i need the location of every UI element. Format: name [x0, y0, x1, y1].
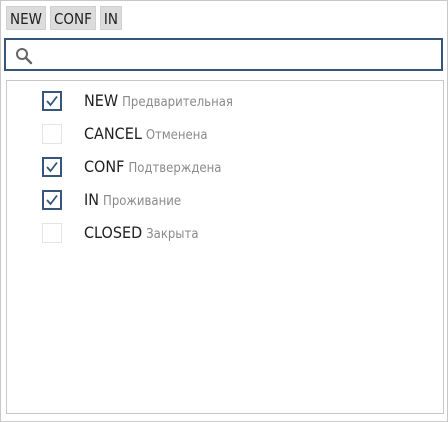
status-list: NEW Предварительная CANCEL Отменена CONF По… — [6, 80, 444, 414]
checkbox-new[interactable] — [42, 91, 62, 111]
checkmark-icon — [46, 95, 58, 107]
selected-chips: NEW CONF IN — [6, 6, 122, 30]
status-label: CANCEL Отменена — [84, 123, 208, 147]
checkbox-cancel[interactable] — [42, 124, 62, 144]
status-code: NEW — [84, 91, 119, 110]
checkmark-icon — [46, 161, 58, 173]
status-description: Предварительная — [122, 95, 233, 110]
chip-new[interactable]: NEW — [6, 6, 46, 30]
status-label: CLOSED Закрыта — [84, 222, 199, 246]
status-code: CLOSED — [84, 223, 143, 242]
checkbox-in[interactable] — [42, 190, 62, 210]
chip-conf[interactable]: CONF — [49, 6, 96, 30]
search-box[interactable] — [4, 38, 443, 71]
status-label: CONF Подтверждена — [84, 156, 221, 180]
status-description: Проживание — [103, 194, 182, 209]
status-code: CANCEL — [84, 124, 142, 143]
status-code: CONF — [84, 157, 125, 176]
status-description: Закрыта — [146, 227, 199, 242]
search-input[interactable] — [40, 44, 439, 68]
checkbox-conf[interactable] — [42, 157, 62, 177]
status-filter-panel: NEW CONF IN NEW Предварительная CANCEL Отм… — [0, 0, 448, 422]
status-description: Подтверждена — [128, 161, 222, 176]
status-label: NEW Предварительная — [84, 90, 233, 114]
checkbox-closed[interactable] — [42, 223, 62, 243]
chip-in[interactable]: IN — [99, 6, 122, 30]
status-description: Отменена — [145, 128, 208, 143]
checkmark-icon — [46, 194, 58, 206]
status-label: IN Проживание — [84, 189, 181, 213]
status-code: IN — [84, 190, 100, 209]
search-icon — [16, 48, 33, 65]
